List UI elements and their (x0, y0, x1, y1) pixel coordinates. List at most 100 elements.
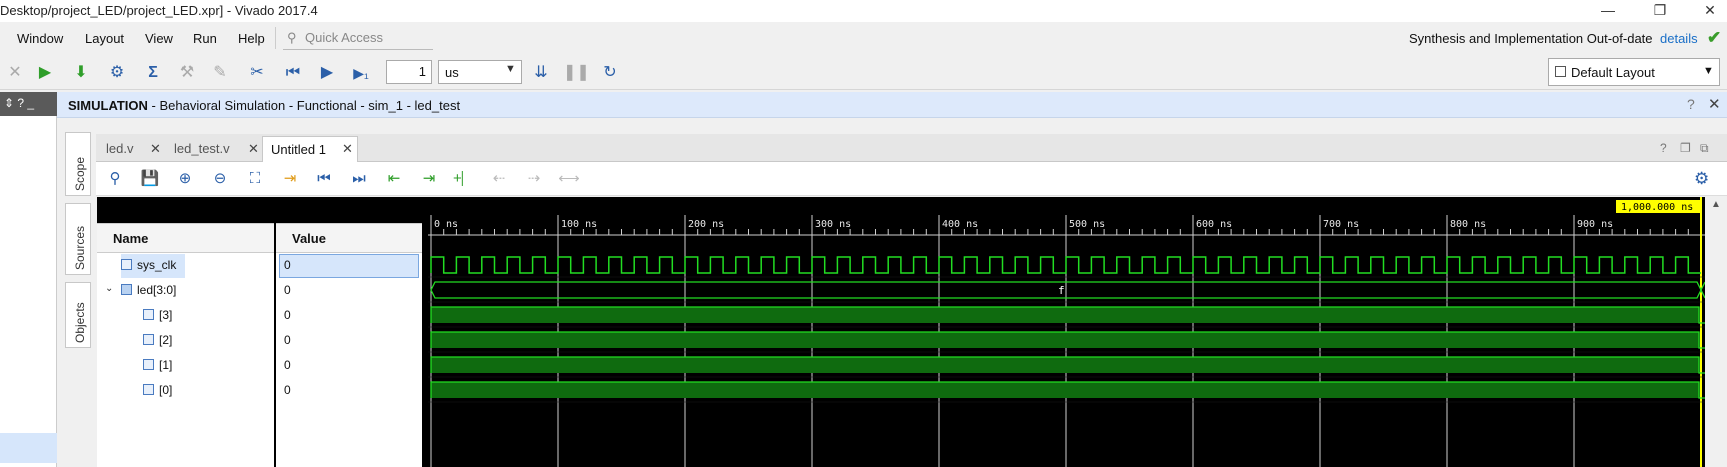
menu-view[interactable]: View (145, 31, 173, 46)
pane-splitter[interactable] (274, 197, 276, 467)
expand-chevron-icon[interactable]: ⌄ (105, 283, 113, 294)
signal-icon (121, 259, 132, 270)
minimize-button[interactable]: — (1593, 0, 1623, 22)
time-tick-label: 300 ns (815, 219, 851, 230)
layout-icon (1555, 66, 1566, 77)
clock-waveform (430, 256, 1701, 274)
sigma-icon[interactable]: Σ (140, 60, 166, 86)
name-column-label: Name (113, 231, 149, 246)
cancel-icon[interactable]: ✕ (2, 60, 28, 86)
pane-header-strip (97, 197, 422, 223)
zoom-out-icon[interactable]: ⊖ (209, 168, 231, 190)
signal-name[interactable]: [3] (159, 308, 172, 322)
menu-help[interactable]: Help (238, 31, 265, 46)
relaunch-icon[interactable]: ↻ (597, 60, 623, 86)
time-tick-label: 0 ns (434, 219, 458, 230)
save-icon[interactable]: 💾 (139, 168, 161, 190)
signal-icon (143, 334, 154, 345)
previous-transition-icon[interactable]: ⇤ (383, 168, 405, 190)
go-to-start-icon[interactable]: ⏮ (313, 168, 335, 190)
signal-name[interactable]: sys_clk (137, 258, 176, 272)
time-tick-label: 400 ns (942, 219, 978, 230)
signal-icon (143, 359, 154, 370)
go-to-cursor-icon[interactable]: ⇥ (279, 168, 301, 190)
layout-select[interactable]: Default Layout (1548, 58, 1720, 86)
side-tab-objects[interactable]: Objects (65, 282, 91, 348)
run-time-input[interactable]: 1 (386, 60, 432, 84)
menu-divider (275, 27, 276, 49)
signal-name[interactable]: led[3:0] (137, 283, 176, 297)
bus-signal-icon (121, 284, 132, 295)
disabled-tool-icon[interactable]: ⚒ (174, 60, 200, 86)
signal-name[interactable]: [2] (159, 333, 172, 347)
zoom-in-icon[interactable]: ⊕ (174, 168, 196, 190)
restore-button[interactable]: ❐ (1645, 0, 1675, 22)
time-tick-label: 100 ns (561, 219, 597, 230)
signal-icon (143, 309, 154, 320)
side-tab-scope[interactable]: Scope (65, 132, 91, 196)
help-icon[interactable]: ? (1660, 141, 1667, 155)
run-icon[interactable]: ▶ (32, 60, 58, 86)
details-link[interactable]: details (1660, 31, 1698, 46)
zoom-fit-icon[interactable]: ⛶ (244, 168, 266, 190)
bit-high-fill (431, 382, 1699, 398)
settings-gear-icon[interactable]: ⚙ (104, 60, 130, 86)
left-panel-selection[interactable] (0, 433, 57, 463)
swap-cursors-icon[interactable]: ⟷ (558, 168, 580, 190)
signal-name[interactable]: [0] (159, 383, 172, 397)
next-transition-icon[interactable]: ⇥ (418, 168, 440, 190)
cursor-time-label: 1,000.000 ns (1621, 202, 1693, 213)
signal-value: 0 (284, 283, 291, 297)
waveform-canvas[interactable]: 0 ns 100 ns 200 ns 300 ns 400 ns 500 ns 600 ns… (428, 197, 1705, 467)
maximize-panel-icon[interactable]: ⧉ (1700, 141, 1709, 156)
side-tab-sources[interactable]: Sources (65, 203, 91, 275)
go-to-end-icon[interactable]: ⏭ (348, 168, 370, 190)
close-window-button[interactable]: ✕ (1695, 0, 1725, 22)
signal-icon (143, 384, 154, 395)
window-title: Desktop/project_LED/project_LED.xpr] - V… (0, 3, 318, 18)
restore-panel-icon[interactable]: ❐ (1680, 141, 1691, 155)
simulation-description: - Behavioral Simulation - Functional - s… (147, 98, 461, 113)
time-tick-label: 600 ns (1196, 219, 1232, 230)
bus-value-label: f (1058, 284, 1065, 297)
signal-name[interactable]: [1] (159, 358, 172, 372)
help-icon[interactable]: ? (1687, 96, 1695, 112)
time-tick-label: 800 ns (1450, 219, 1486, 230)
bit-high-fill (431, 307, 1699, 323)
quick-access-input[interactable]: Quick Access (283, 26, 433, 50)
time-tick-label: 200 ns (688, 219, 724, 230)
search-icon[interactable]: ⚲ (104, 168, 126, 190)
vertical-scrollbar[interactable]: ▲ (1705, 197, 1727, 467)
menu-run[interactable]: Run (193, 31, 217, 46)
checkmark-icon: ✔ (1707, 28, 1722, 47)
close-icon[interactable]: ✕ (1708, 95, 1721, 113)
value-column-label: Value (292, 231, 326, 246)
gear-icon[interactable]: ⚙ (1694, 169, 1709, 189)
program-device-icon[interactable]: ⬇ (68, 60, 94, 86)
left-side-panel (0, 92, 57, 467)
close-tab-icon[interactable]: ✕ (248, 141, 259, 157)
menu-layout[interactable]: Layout (85, 31, 124, 46)
signal-value: 0 (284, 358, 291, 372)
close-tab-icon[interactable]: ✕ (150, 141, 161, 157)
pause-icon[interactable]: ❚❚ (563, 60, 590, 86)
disabled-edit-icon[interactable]: ✎ (207, 60, 233, 86)
add-marker-icon[interactable]: +⎸ (453, 168, 477, 190)
previous-marker-icon[interactable]: ⇠ (488, 168, 510, 190)
restart-icon[interactable]: ⏮ (280, 60, 306, 86)
waveform-svg: 0 ns 100 ns 200 ns 300 ns 400 ns 500 ns 600 ns… (428, 197, 1705, 467)
wave-toolbar (96, 162, 1727, 196)
close-tab-icon[interactable]: ✕ (342, 141, 353, 157)
bit-high-fill (431, 357, 1699, 373)
run-for-time-icon[interactable]: ▶₁ (348, 60, 374, 86)
run-all-icon[interactable]: ▶ (314, 60, 340, 86)
step-icon[interactable]: ⇊ (528, 60, 554, 86)
simulation-label: SIMULATION (68, 98, 148, 113)
menu-window[interactable]: Window (17, 31, 63, 46)
left-panel-header[interactable]: ⇕ ? _ (0, 92, 57, 116)
time-tick-label: 700 ns (1323, 219, 1359, 230)
probe-icon[interactable]: ✂ (244, 60, 270, 86)
next-marker-icon[interactable]: ⇢ (523, 168, 545, 190)
time-tick-label: 500 ns (1069, 219, 1105, 230)
scroll-up-icon[interactable]: ▲ (1711, 199, 1721, 210)
